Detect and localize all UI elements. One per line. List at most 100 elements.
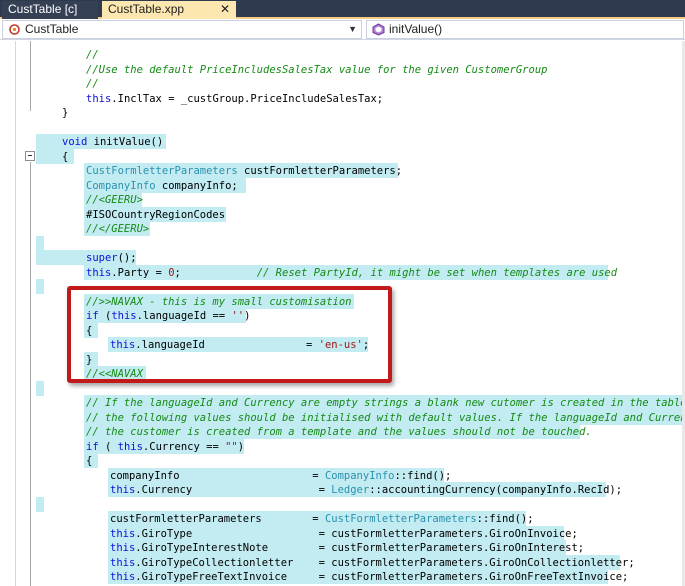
class-dropdown-value: CustTable bbox=[25, 22, 79, 36]
code-editor[interactable]: // //Use the default PriceIncludesSalesTa… bbox=[0, 41, 685, 586]
code-token: this bbox=[110, 556, 136, 569]
code-token: // Reset PartyId, it might be set when t… bbox=[256, 266, 618, 279]
code-token: // bbox=[86, 49, 99, 61]
code-token: if bbox=[86, 440, 99, 453]
method-dropdown[interactable]: initValue() bbox=[366, 20, 684, 39]
code-line: this.Party = 0; // Reset PartyId, it mig… bbox=[86, 266, 617, 281]
code-token: (); bbox=[117, 252, 137, 264]
selection-highlight bbox=[36, 381, 44, 396]
code-line: // the customer is created from a templa… bbox=[86, 425, 592, 440]
code-line: void initValue() bbox=[62, 135, 163, 150]
code-line: this.InclTax = _custGroup.PriceIncludeSa… bbox=[86, 92, 383, 107]
tab-custtable-xpp[interactable]: CustTable.xpp ✕ bbox=[102, 1, 236, 19]
customisation-annotation-box bbox=[67, 286, 392, 383]
code-line: this.Currency = Ledger::accountingCurren… bbox=[110, 483, 622, 498]
code-line: if ( this.Currency == "") bbox=[86, 440, 244, 455]
code-line: companyInfo = CompanyInfo::find(); bbox=[110, 469, 451, 484]
tab-label: CustTable [c] bbox=[8, 2, 78, 16]
code-token: .GiroTypeFreeTextInvoice = custFormlette… bbox=[135, 571, 629, 583]
code-line: this.GiroTypeFreeTextInvoice = custForml… bbox=[110, 570, 628, 585]
code-line: CompanyInfo companyInfo; bbox=[86, 179, 238, 194]
code-line: #ISOCountryRegionCodes bbox=[86, 208, 225, 223]
code-token: CompanyInfo bbox=[324, 469, 395, 482]
code-line: this.GiroTypeInterestNote = custFormlett… bbox=[110, 541, 584, 556]
code-token: Ledger bbox=[331, 484, 370, 496]
class-dropdown[interactable]: CustTable ▼ bbox=[2, 20, 362, 39]
code-token: companyInfo = bbox=[110, 469, 325, 482]
code-token: super bbox=[86, 252, 118, 264]
selection-highlight bbox=[36, 497, 44, 512]
code-token: .GiroType = custFormletterParameters.Gir… bbox=[135, 527, 578, 540]
method-icon bbox=[372, 23, 385, 36]
code-token: { bbox=[62, 150, 69, 163]
selection-highlight bbox=[36, 279, 44, 294]
code-line: // bbox=[86, 77, 99, 92]
editor-margin bbox=[15, 41, 16, 586]
code-token: .GiroTypeCollectionletter = custFormlett… bbox=[135, 556, 635, 569]
class-icon bbox=[9, 24, 20, 35]
outline-guide bbox=[30, 41, 31, 111]
code-token: CompanyInfo bbox=[86, 179, 156, 192]
code-line: this.GiroType = custFormletterParameters… bbox=[110, 527, 578, 542]
code-token: #ISOCountryRegionCodes bbox=[86, 208, 226, 221]
code-token: .Currency = bbox=[135, 484, 332, 496]
code-line: //Use the default PriceIncludesSalesTax … bbox=[86, 63, 547, 78]
code-token: // bbox=[86, 78, 99, 90]
code-token: this bbox=[110, 542, 136, 554]
code-line: // bbox=[86, 48, 99, 63]
code-token: .InclTax = _custGroup.PriceIncludeSalesT… bbox=[111, 92, 384, 105]
code-line: { bbox=[62, 150, 68, 165]
code-line: CustFormletterParameters custFormletterP… bbox=[86, 164, 402, 179]
navigation-bar: CustTable ▼ initValue() bbox=[0, 19, 685, 40]
code-line: //<GEERU> bbox=[86, 193, 143, 208]
code-line: } bbox=[62, 106, 68, 121]
code-token: this bbox=[86, 266, 112, 279]
code-token: ::accountingCurrency(companyInfo.RecId); bbox=[369, 484, 623, 496]
code-token: .Party = bbox=[111, 266, 169, 279]
code-token: this bbox=[110, 571, 136, 583]
code-token: this bbox=[117, 440, 143, 453]
code-token: this bbox=[110, 484, 136, 496]
close-icon[interactable]: ✕ bbox=[220, 2, 230, 17]
code-line: super(); bbox=[86, 251, 137, 266]
code-token: { bbox=[86, 455, 93, 467]
code-token: ( bbox=[98, 440, 118, 453]
code-token: .GiroTypeInterestNote = custFormletterPa… bbox=[135, 542, 585, 554]
code-token: "" bbox=[225, 440, 238, 453]
method-dropdown-value: initValue() bbox=[389, 22, 443, 36]
code-line: custFormletterParameters = CustFormlette… bbox=[110, 512, 534, 527]
code-token: companyInfo; bbox=[155, 179, 238, 192]
selection-highlight bbox=[36, 236, 44, 251]
code-line: // If the languageId and Currency are em… bbox=[86, 396, 685, 411]
code-token: CustFormletterParameters bbox=[86, 165, 238, 177]
code-line: // the following values should be initia… bbox=[86, 411, 685, 426]
code-token: initValue() bbox=[87, 136, 164, 148]
code-line: this.GiroTypeCollectionletter = custForm… bbox=[110, 556, 635, 571]
code-token: // If the languageId and Currency are em… bbox=[86, 397, 685, 409]
code-token: custFormletterParameters = bbox=[110, 513, 325, 525]
code-token: this bbox=[86, 92, 112, 105]
code-token: //<GEERU> bbox=[86, 194, 143, 206]
code-token: //</GEERU> bbox=[86, 223, 150, 235]
code-token: this bbox=[110, 527, 136, 540]
code-token: custFormletterParameters; bbox=[237, 165, 403, 177]
chevron-down-icon: ▼ bbox=[348, 24, 357, 34]
tab-label: CustTable.xpp bbox=[108, 2, 185, 16]
code-token: //Use the default PriceIncludesSalesTax … bbox=[86, 63, 548, 76]
code-token: // the following values should be initia… bbox=[86, 411, 685, 424]
code-token: // the customer is created from a templa… bbox=[86, 426, 592, 438]
code-token: .Currency == bbox=[142, 440, 226, 453]
code-token: ::find(); bbox=[394, 469, 452, 482]
collapse-minus-icon[interactable] bbox=[25, 151, 35, 161]
code-token: ::find(); bbox=[476, 513, 534, 525]
code-token: void bbox=[62, 136, 88, 148]
code-line: //</GEERU> bbox=[86, 222, 149, 237]
code-token: } bbox=[62, 107, 69, 119]
document-tab-strip: CustTable [c] CustTable.xpp ✕ bbox=[0, 0, 685, 19]
outline-guide bbox=[30, 162, 31, 586]
code-line: { bbox=[86, 454, 92, 469]
code-token: ) bbox=[237, 440, 245, 453]
tab-custtable-c[interactable]: CustTable [c] bbox=[2, 1, 98, 19]
code-token: ; bbox=[174, 266, 257, 279]
code-token: CustFormletterParameters bbox=[324, 513, 477, 525]
